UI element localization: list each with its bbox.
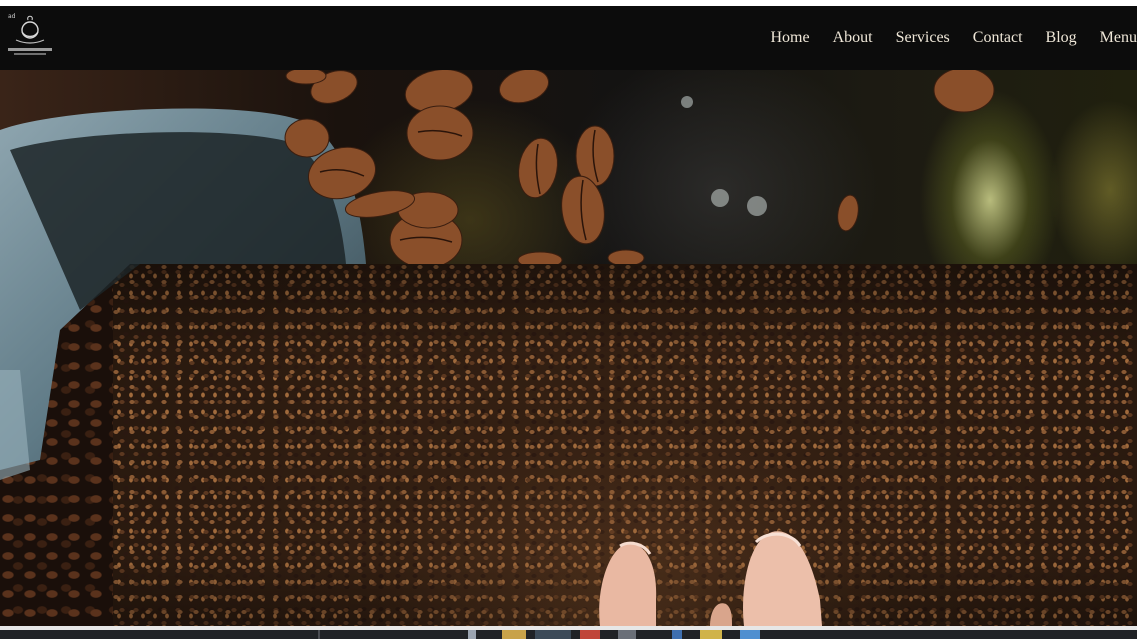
main-nav: Home About Services Contact Blog Menu <box>758 6 1137 70</box>
page: ad Home About Services Contact Blog Menu <box>0 0 1137 639</box>
nav-contact[interactable]: Contact <box>961 6 1034 70</box>
nav-about[interactable]: About <box>821 6 884 70</box>
app-icon[interactable] <box>502 630 526 639</box>
nav-blog[interactable]: Blog <box>1034 6 1088 70</box>
svg-text:ad: ad <box>8 13 16 20</box>
app-icon[interactable] <box>535 630 571 639</box>
hero-image <box>0 70 1137 626</box>
app-icon[interactable] <box>618 630 636 639</box>
app-icon[interactable] <box>672 630 682 639</box>
nav-menu[interactable]: Menu <box>1088 6 1137 70</box>
app-icon[interactable] <box>580 630 600 639</box>
nav-services[interactable]: Services <box>884 6 961 70</box>
falling-beans <box>284 70 995 264</box>
coffee-logo-icon[interactable]: ad <box>4 10 56 60</box>
taskbar-divider <box>318 630 320 639</box>
nav-home[interactable]: Home <box>758 6 820 70</box>
app-icon[interactable] <box>700 630 722 639</box>
navbar: ad Home About Services Contact Blog Menu <box>0 6 1137 70</box>
hands <box>599 531 822 626</box>
app-icon[interactable] <box>740 630 760 639</box>
taskbar <box>0 630 1137 639</box>
app-icon[interactable] <box>468 630 476 639</box>
